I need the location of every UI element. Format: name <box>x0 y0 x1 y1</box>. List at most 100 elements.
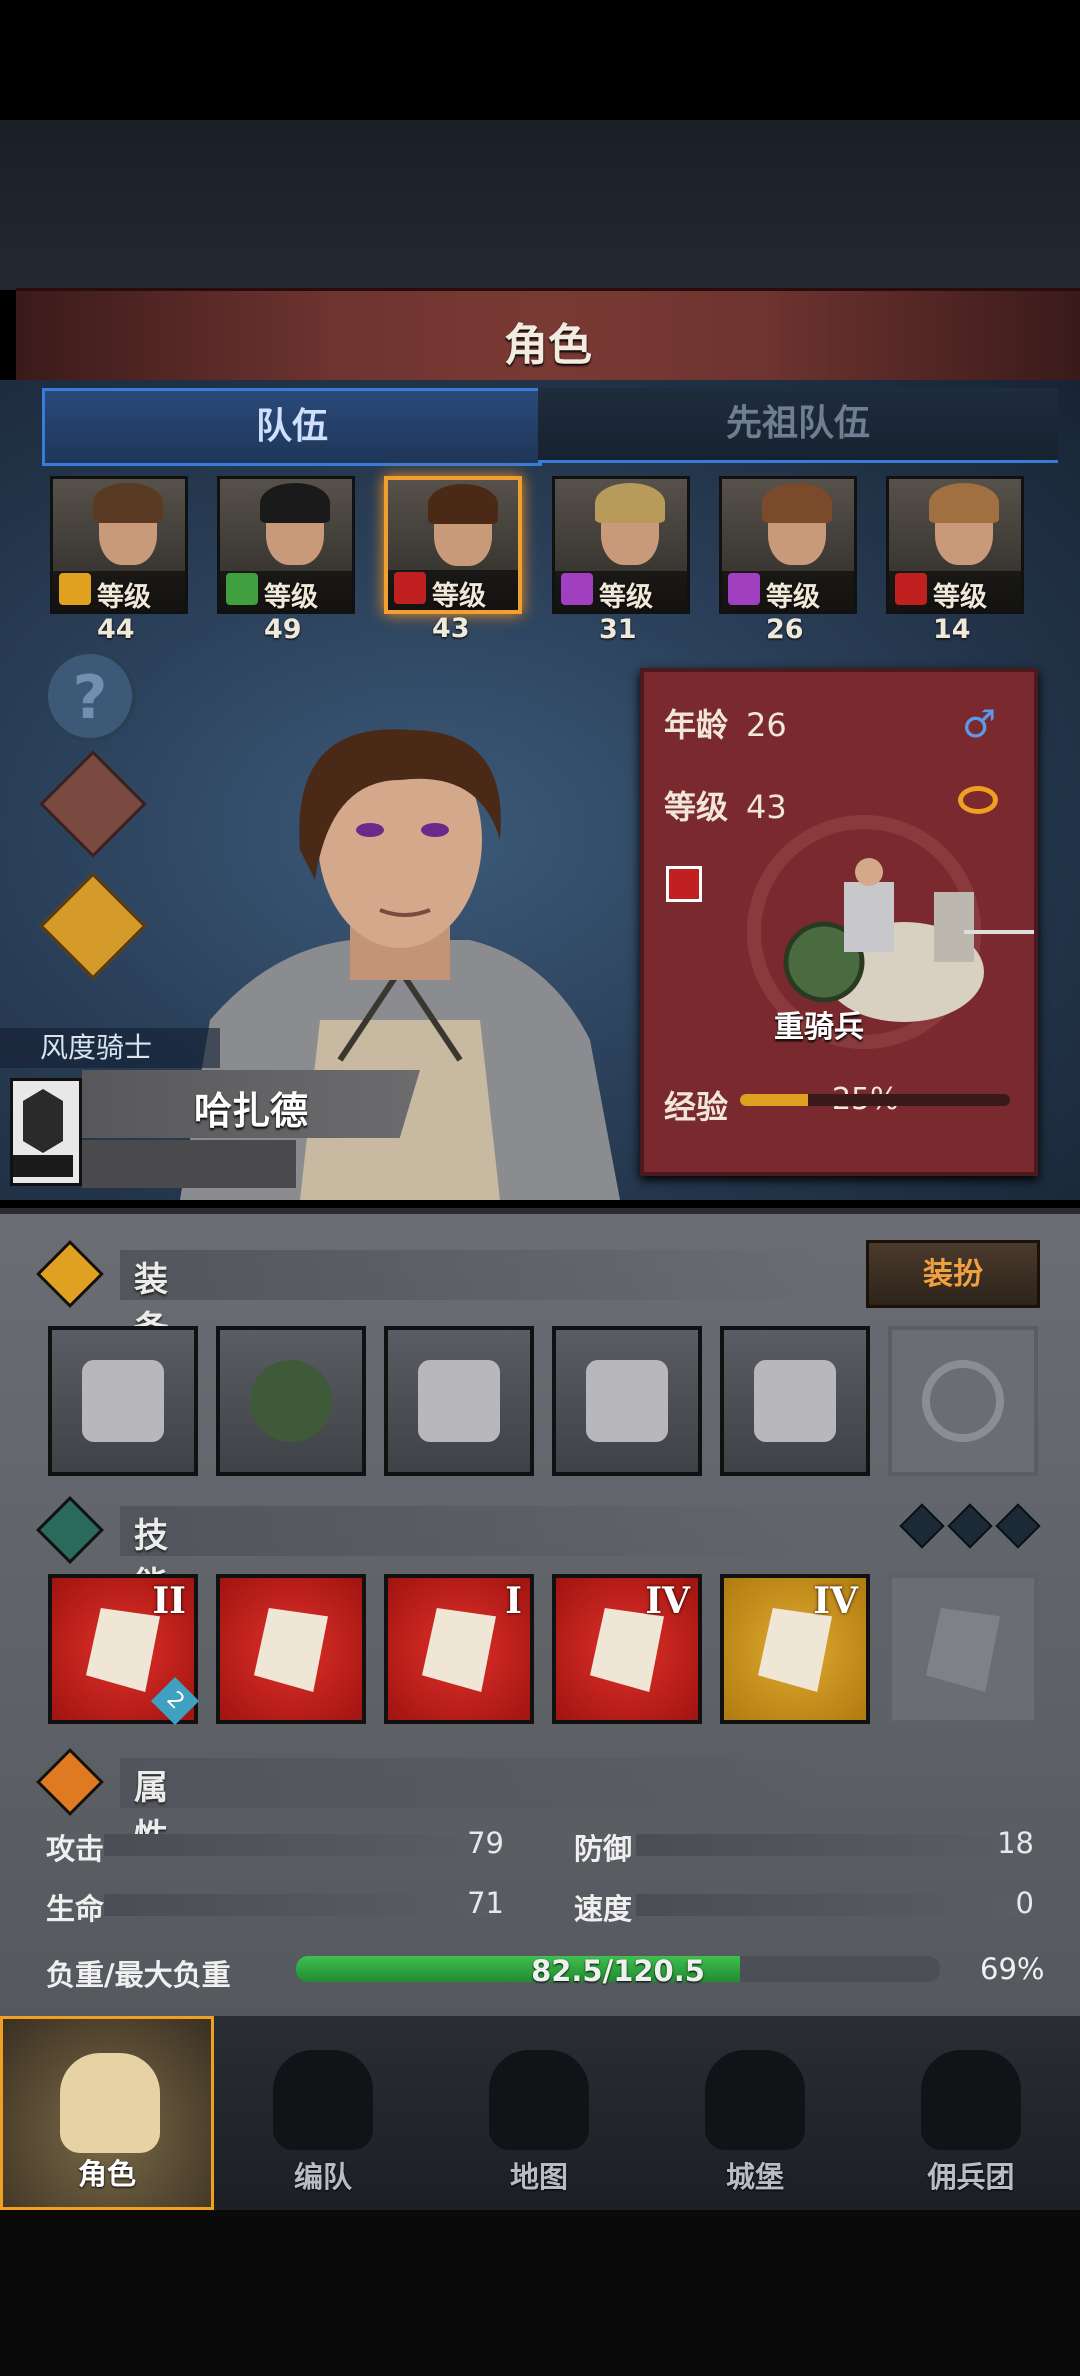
castle-icon <box>705 2050 805 2150</box>
portrait-level: 等级14 <box>933 582 987 645</box>
skill-slot[interactable] <box>888 1574 1038 1724</box>
helmet-party-icon <box>273 2050 373 2150</box>
nav-label: 佣兵团 <box>927 2160 1015 2194</box>
exp-bar <box>740 1094 1010 1106</box>
ring-icon <box>958 786 998 814</box>
nav-item[interactable]: 佣兵团 <box>864 2016 1078 2210</box>
portrait-hair <box>260 483 330 523</box>
ring-icon <box>922 1360 1004 1442</box>
nav-item[interactable]: 角色 <box>0 2016 214 2210</box>
speed-value: 0 <box>1015 1886 1034 1920</box>
roster-portrait[interactable]: 等级31 <box>552 476 690 645</box>
tab-ancestor-team[interactable]: 先祖队伍 <box>538 388 1058 463</box>
portrait-level: 等级26 <box>766 582 820 645</box>
skill-rank: I <box>505 1580 522 1622</box>
helmet-icon <box>418 1360 500 1442</box>
portrait-hair <box>428 484 498 524</box>
hero-name: 哈扎德 <box>193 1089 308 1133</box>
mercenary-banner-icon <box>921 2050 1021 2150</box>
outfit-button[interactable]: 装扮 <box>866 1240 1040 1308</box>
skill-slot[interactable] <box>216 1574 366 1724</box>
age-label: 年龄 <box>664 706 729 744</box>
plate-armor-icon <box>586 1360 668 1442</box>
fist-strike-icon <box>254 1608 328 1692</box>
skill-slot[interactable]: II 2 <box>48 1574 200 1726</box>
portrait-level: 等级31 <box>599 582 653 645</box>
staff-icon <box>561 573 593 605</box>
portrait-level-strip: 等级44 <box>53 571 185 645</box>
horse-icon <box>895 573 927 605</box>
equipment-slot[interactable] <box>48 1326 198 1476</box>
nav-label: 地图 <box>509 2160 568 2194</box>
portrait-level-strip: 等级31 <box>555 571 687 645</box>
tab-team[interactable]: 队伍 <box>42 388 542 466</box>
portrait-hair <box>93 483 163 523</box>
banner-icon <box>10 1078 82 1186</box>
portrait-level-strip: 等级14 <box>889 571 1021 645</box>
nav-item[interactable]: 城堡 <box>648 2016 862 2210</box>
greaves-icon <box>754 1360 836 1442</box>
header-background <box>0 120 1080 290</box>
page-title: 角色 <box>504 320 592 371</box>
roster-portrait[interactable]: 等级44 <box>50 476 188 645</box>
knight-head <box>855 858 883 886</box>
skill-badge: 2 <box>150 1676 200 1726</box>
horse-class-icon <box>666 866 702 902</box>
unit-type-label: 重骑兵 <box>774 1010 864 1045</box>
nav-label: 城堡 <box>725 2160 784 2194</box>
speed-label: 速度 <box>574 1892 633 1926</box>
portrait-level-strip: 等级43 <box>388 570 518 644</box>
nav-label: 编队 <box>293 2160 352 2194</box>
skill-slot[interactable]: IV <box>720 1574 870 1724</box>
horse-neck <box>934 892 974 962</box>
knight-armor <box>844 882 894 952</box>
portrait-level: 等级44 <box>97 582 151 645</box>
nav-item[interactable]: 编队 <box>216 2016 430 2210</box>
portrait-level-strip: 等级49 <box>220 571 352 645</box>
portrait-level: 等级43 <box>432 581 486 644</box>
shield-icon <box>59 573 91 605</box>
compass-map-icon <box>489 2050 589 2150</box>
title-bar: 角色 <box>16 288 1080 386</box>
horse-charge-icon <box>86 1608 160 1692</box>
help-button[interactable]: ? <box>44 650 136 742</box>
roster-portrait[interactable]: 等级26 <box>719 476 857 645</box>
skill-slot[interactable]: I <box>384 1574 534 1724</box>
equipment-slot[interactable] <box>888 1326 1038 1476</box>
equipment-slot[interactable] <box>552 1326 702 1476</box>
roster-portrait[interactable]: 等级49 <box>217 476 355 645</box>
hero-name-plate: 哈扎德 <box>82 1070 420 1138</box>
horse-icon <box>394 572 426 604</box>
age-row: 年龄 26 <box>664 700 787 746</box>
hero-class-title: 风度骑士 <box>0 1028 220 1068</box>
equipment-slot[interactable] <box>216 1326 366 1476</box>
attack-label: 攻击 <box>46 1832 105 1866</box>
exp-label: 经验 <box>664 1088 729 1126</box>
weight-label: 负重/最大负重 <box>46 1958 231 1992</box>
status-bar <box>0 0 1080 120</box>
spear-icon <box>82 1360 164 1442</box>
hp-value: 71 <box>467 1886 504 1920</box>
equipment-slot[interactable] <box>720 1326 870 1476</box>
skill-slot[interactable]: IV <box>552 1574 702 1724</box>
skill-rank: IV <box>813 1580 858 1622</box>
portrait-hair <box>595 483 665 523</box>
lock-icon <box>926 1608 1000 1692</box>
knight-icon <box>60 2053 160 2153</box>
left-eye <box>356 823 384 837</box>
hero-subtitle-plate <box>82 1140 296 1188</box>
portrait-level-strip: 等级26 <box>722 571 854 645</box>
sword-cursor-icon <box>422 1608 496 1692</box>
defense-value: 18 <box>997 1826 1034 1860</box>
equipment-slot[interactable] <box>384 1326 534 1476</box>
nav-label: 角色 <box>77 2157 136 2191</box>
right-eye <box>421 823 449 837</box>
roster-portrait[interactable]: 等级43 <box>384 476 522 644</box>
attack-value: 79 <box>467 1826 504 1860</box>
roster-portrait[interactable]: 等级14 <box>886 476 1024 645</box>
hp-label: 生命 <box>46 1892 105 1926</box>
portrait-hair <box>762 483 832 523</box>
portrait-hair <box>929 483 999 523</box>
weight-percent: 69% <box>980 1952 1045 1986</box>
nav-item[interactable]: 地图 <box>432 2016 646 2210</box>
